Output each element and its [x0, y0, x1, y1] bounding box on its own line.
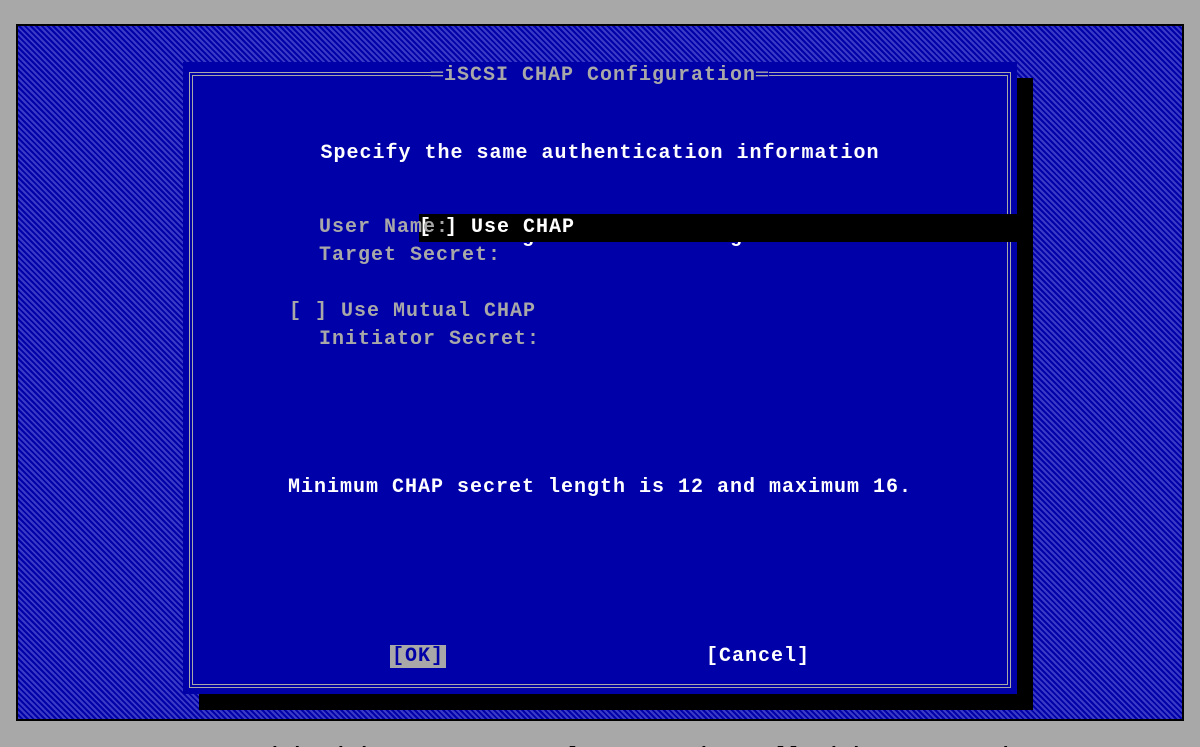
- button-row: [OK] [Cancel]: [193, 645, 1007, 668]
- title-bar: Intel(R) iSCSI Remote Boot v2.8.12: [0, 0, 1200, 24]
- intro-line-1: Specify the same authentication informat…: [193, 140, 1007, 168]
- field-area: [ ] Use CHAP User Name: Target Secret: […: [289, 186, 977, 354]
- target-secret-field[interactable]: Target Secret:: [289, 242, 977, 270]
- use-chap-checkbox[interactable]: [ ] Use CHAP: [419, 214, 1021, 242]
- secret-length-hint: Minimum CHAP secret length is 12 and max…: [193, 476, 1007, 499]
- cancel-button[interactable]: [Cancel]: [706, 645, 810, 668]
- outer-panel: ═iSCSI CHAP Configuration═ Specify the s…: [16, 24, 1184, 721]
- initiator-secret-field[interactable]: Initiator Secret:: [289, 326, 977, 354]
- footer-bar: Copyright (c) 2003-2013 Intel Corporatio…: [0, 721, 1200, 745]
- dialog-border: ═iSCSI CHAP Configuration═ Specify the s…: [189, 72, 1011, 688]
- chap-config-dialog: ═iSCSI CHAP Configuration═ Specify the s…: [183, 62, 1017, 694]
- use-chap-row[interactable]: [ ] Use CHAP: [289, 186, 977, 214]
- use-mutual-chap-checkbox[interactable]: [ ] Use Mutual CHAP: [289, 298, 977, 326]
- ok-button[interactable]: [OK]: [390, 645, 446, 668]
